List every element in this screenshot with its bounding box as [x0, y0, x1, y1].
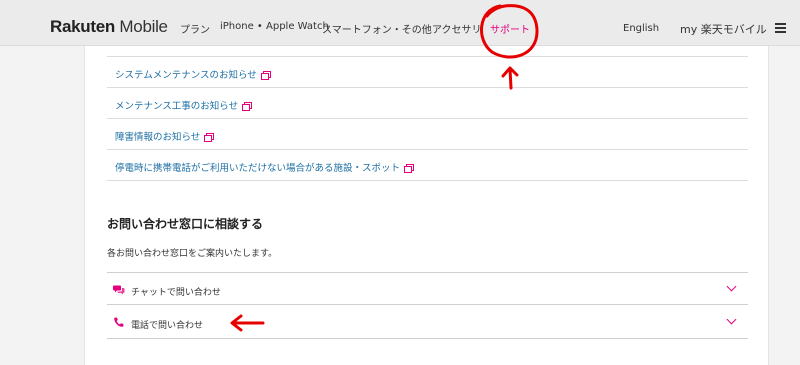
link-maintenance-work[interactable]: メンテナンス工事のお知らせ: [115, 101, 238, 112]
nav-item-accessories[interactable]: アクセサリ: [432, 21, 482, 36]
nav-item-support[interactable]: サポート: [490, 21, 530, 36]
accordion-chat-inquiry[interactable]: チャットで問い合わせ: [107, 272, 748, 305]
nav-item-iphone-apple-watch[interactable]: iPhone • Apple Watch: [220, 21, 329, 32]
contact-section-description: 各お問い合わせ窓口をご案内いたします。: [107, 249, 278, 259]
logo-sub: Mobile: [119, 17, 168, 36]
my-rakuten-mobile-link[interactable]: my 楽天モバイル: [680, 21, 767, 37]
english-link[interactable]: English: [623, 23, 659, 34]
link-row-outage-info[interactable]: 障害情報のお知らせ: [107, 119, 748, 150]
link-system-maintenance[interactable]: システムメンテナンスのお知らせ: [115, 70, 257, 81]
chat-inquiry-label: チャットで問い合わせ: [131, 288, 221, 298]
external-link-icon: [204, 133, 215, 142]
chevron-down-icon: [726, 281, 737, 292]
link-power-outage-spots[interactable]: 停電時に携帯電話がご利用いただけない場合がある施設・スポット: [115, 163, 400, 174]
nav-item-smartphone-other[interactable]: スマートフォン・その他: [322, 21, 432, 36]
link-row-system-maintenance[interactable]: システムメンテナンスのお知らせ: [107, 57, 748, 88]
accordion-phone-inquiry[interactable]: 電話で問い合わせ: [107, 306, 748, 339]
external-link-icon: [404, 164, 415, 173]
link-row-power-outage-spots[interactable]: 停電時に携帯電話がご利用いただけない場合がある施設・スポット: [107, 150, 748, 181]
hamburger-menu-icon[interactable]: [775, 23, 786, 33]
site-header: Rakuten Mobile プラン iPhone • Apple Watch …: [0, 0, 800, 46]
rakuten-mobile-logo[interactable]: Rakuten Mobile: [50, 17, 168, 37]
logo-brand: Rakuten: [50, 17, 115, 36]
phone-icon: [114, 317, 124, 327]
chat-icon: [113, 285, 125, 295]
contact-section-title: お問い合わせ窓口に相談する: [107, 217, 264, 231]
nav-item-plan[interactable]: プラン: [180, 21, 210, 36]
external-link-icon: [242, 102, 253, 111]
chevron-down-icon: [726, 314, 737, 325]
external-link-icon: [260, 71, 271, 80]
link-row-maintenance-work[interactable]: メンテナンス工事のお知らせ: [107, 88, 748, 119]
link-outage-info[interactable]: 障害情報のお知らせ: [115, 132, 200, 143]
phone-inquiry-label: 電話で問い合わせ: [131, 321, 204, 331]
